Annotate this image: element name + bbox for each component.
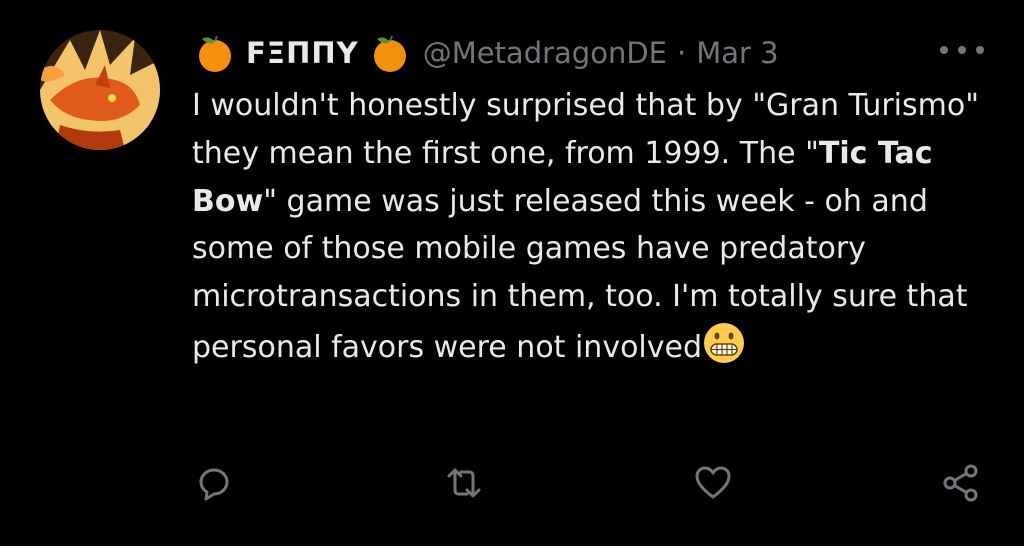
- tangerine-icon: [194, 32, 236, 74]
- grimacing-face-icon: [702, 321, 746, 365]
- tweet: FΞПΠY @MetadragonDE · Mar 3 I wouldn't h…: [0, 0, 1024, 546]
- tweet-text-pre-bold: The ": [739, 135, 819, 171]
- more-icon[interactable]: [940, 36, 984, 64]
- retweet-icon[interactable]: [443, 462, 485, 504]
- display-name[interactable]: FΞПΠY: [246, 36, 359, 70]
- tweet-header: FΞПΠY @MetadragonDE · Mar 3: [194, 30, 779, 76]
- share-icon[interactable]: [940, 462, 982, 504]
- tangerine-icon: [369, 32, 411, 74]
- tweet-body: I wouldn't honestly surprised that by "G…: [192, 82, 992, 372]
- tweet-date[interactable]: Mar 3: [696, 36, 778, 70]
- reply-icon[interactable]: [193, 462, 235, 504]
- user-handle[interactable]: @MetadragonDE: [423, 36, 667, 70]
- avatar[interactable]: [40, 30, 160, 150]
- heart-icon[interactable]: [692, 462, 734, 504]
- separator-dot: ·: [676, 36, 687, 70]
